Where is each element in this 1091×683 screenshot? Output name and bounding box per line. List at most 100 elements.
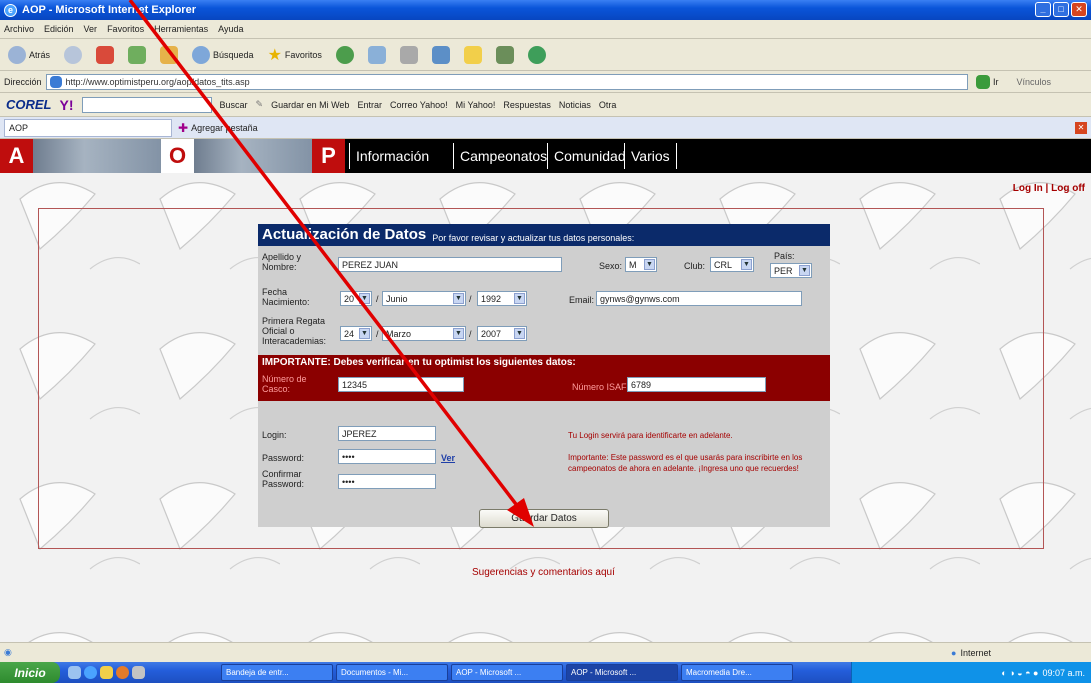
save-web-button[interactable]: Guardar en Mi Web [271,100,349,110]
menu-favoritos[interactable]: Favoritos [107,24,144,34]
menu-archivo[interactable]: Archivo [4,24,34,34]
tray-icons[interactable]: ◐ ◑ ◒ ◓ ● [1001,668,1038,678]
maximize-button[interactable]: □ [1053,2,1069,17]
regatta-month-select[interactable]: Marzo ▼ [382,326,466,341]
menu-herramientas[interactable]: Herramientas [154,24,208,34]
quick-launch [68,666,218,679]
logo-letter-o[interactable]: O [161,139,194,173]
task-aop-1[interactable]: AOP - Microsoft ... [451,664,563,681]
print-button[interactable] [396,42,422,68]
chevron-down-icon: ▼ [514,293,525,304]
task-documents[interactable]: Documentos - Mi... [336,664,448,681]
go-button[interactable]: Ir [972,69,1003,95]
news-button[interactable]: Noticias [559,100,591,110]
club-label: Club: [684,261,706,271]
yahoo-search-input[interactable] [81,96,212,113]
page-status-icon: ◉ [4,647,12,657]
folder-quicklaunch-icon[interactable] [100,666,113,679]
enter-button[interactable]: Entrar [357,100,382,110]
chevron-down-icon: ▼ [514,328,525,339]
back-arrow-icon [8,45,26,64]
standard-toolbar: Atrás Búsqueda ★ Favoritos [0,39,1091,71]
close-tab-icon[interactable]: ✕ [1075,121,1087,134]
favorites-button[interactable]: ★ Favoritos [264,42,326,68]
show-desktop-icon[interactable] [68,666,81,679]
go-arrow-icon [975,74,990,89]
messenger-icon [527,45,546,64]
birth-label: Fecha Nacimiento: [262,287,310,307]
history-button[interactable] [332,42,358,68]
isaf-input[interactable]: 6789 [627,377,766,392]
new-tab-button[interactable]: ✚ Agregar pestaña [178,121,258,135]
save-data-button[interactable]: Guardar Datos [479,509,609,528]
start-button[interactable]: Inicio [0,662,60,683]
pencil-icon[interactable]: ✎ [256,99,264,110]
update-data-form: Actualización de Datos Por favor revisar… [258,224,830,527]
task-macromedia[interactable]: Macromedia Dre... [681,664,793,681]
mail-button[interactable] [364,42,390,68]
logo-letter-a[interactable]: A [0,139,33,173]
banner-photo [33,139,161,173]
address-input[interactable]: http://www.optimistperu.org/aop/datos_ti… [45,73,968,90]
search-icon [192,45,211,64]
forward-arrow-icon [64,45,83,64]
login-input[interactable]: JPEREZ [338,426,436,441]
password-label: Password: [262,453,305,463]
see-password-link[interactable]: Ver [441,453,455,463]
regatta-year-select[interactable]: 2007 ▼ [477,326,527,341]
name-input[interactable]: PEREZ JUAN [338,257,562,272]
back-button[interactable]: Atrás [4,42,54,68]
links-label[interactable]: Vínculos [1016,77,1051,87]
birth-day-select[interactable]: 20 ▼ [340,291,372,306]
close-button[interactable]: ✕ [1071,2,1087,17]
logo-letter-p[interactable]: P [312,139,345,173]
menu-edicion[interactable]: Edición [44,24,74,34]
sex-select[interactable]: M ▼ [625,257,657,272]
yahoo-search-button[interactable]: Buscar [220,100,248,110]
window-title: AOP - Microsoft Internet Explorer [22,4,196,16]
email-input[interactable]: gynws@gynws.com [596,291,802,306]
research-button[interactable] [492,42,518,68]
forward-button[interactable] [60,42,86,68]
media-icon[interactable] [116,666,129,679]
nav-varios[interactable]: Varios [624,143,677,169]
regatta-day-select[interactable]: 24 ▼ [340,326,372,341]
menu-ver[interactable]: Ver [84,24,98,34]
minimize-button[interactable]: _ [1035,2,1051,17]
club-select[interactable]: CRL ▼ [710,257,754,272]
messenger-button[interactable] [524,42,550,68]
task-aop-2[interactable]: AOP - Microsoft ... [566,664,678,681]
country-select[interactable]: PER ▼ [770,263,812,278]
nav-campeonatos[interactable]: Campeonatos [453,143,553,169]
more-button[interactable]: Otra [599,100,617,110]
my-yahoo-button[interactable]: Mi Yahoo! [456,100,496,110]
tab-aop[interactable]: AOP [4,118,172,137]
app-icon[interactable] [132,666,145,679]
birth-year-select[interactable]: 1992 ▼ [477,291,527,306]
yahoo-logo[interactable]: Y! [60,97,74,113]
print-icon [399,45,418,64]
history-icon [335,45,354,64]
confirm-password-input[interactable]: •••• [338,474,436,489]
password-input[interactable]: •••• [338,449,436,464]
birth-month-select[interactable]: Junio ▼ [382,291,466,306]
name-label: Apellido y Nombre: [262,252,302,272]
corel-logo[interactable]: COREL [6,97,52,112]
answers-button[interactable]: Respuestas [503,100,551,110]
refresh-button[interactable] [124,42,150,68]
edit-button[interactable] [428,42,454,68]
menu-ayuda[interactable]: Ayuda [218,24,243,34]
search-button[interactable]: Búsqueda [188,42,258,68]
suggestions-link[interactable]: Sugerencias y comentarios aquí [472,567,615,578]
stop-button[interactable] [92,42,118,68]
task-inbox[interactable]: Bandeja de entr... [221,664,333,681]
corel-toolbar: COREL Y! Buscar ✎ Guardar en Mi Web Entr… [0,93,1091,117]
hull-input[interactable]: 12345 [338,377,464,392]
nav-comunidad[interactable]: Comunidad [547,143,632,169]
home-button[interactable] [156,42,182,68]
folder-button[interactable] [460,42,486,68]
yahoo-mail-button[interactable]: Correo Yahoo! [390,100,448,110]
nav-informacion[interactable]: Información [349,143,435,169]
login-logoff-links[interactable]: Log In | Log off [1013,183,1085,194]
ie-quicklaunch-icon[interactable] [84,666,97,679]
